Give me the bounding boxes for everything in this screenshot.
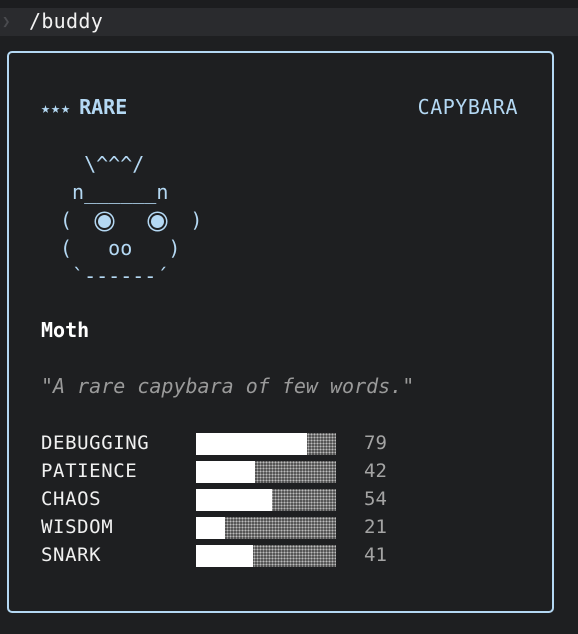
stat-bar: [196, 461, 336, 483]
stat-row: CHAOS 54: [41, 485, 421, 513]
stat-label: WISDOM: [41, 516, 114, 538]
stat-row: DEBUGGING 79: [41, 429, 421, 457]
stat-value: 42: [364, 460, 387, 482]
art-line-4-left: (: [60, 236, 109, 260]
stat-label: PATIENCE: [41, 460, 138, 482]
stat-bar-fill: [196, 489, 272, 511]
top-strip: [0, 0, 578, 8]
art-line-3-right: ): [190, 208, 203, 232]
stat-label: SNARK: [41, 544, 102, 566]
buddy-quote: "A rare capybara of few words.": [41, 374, 415, 398]
art-line-4-right: ): [132, 236, 181, 260]
art-line-3-left: (: [60, 208, 73, 232]
stat-bar: [196, 489, 336, 511]
stat-bar-fill: [196, 517, 226, 539]
stat-value: 54: [364, 488, 387, 510]
capybara-art: \^^^/ n______n ( ) ( oo ) `------´: [60, 150, 202, 290]
art-line-2-left: n: [60, 180, 85, 204]
stat-value: 41: [364, 544, 387, 566]
stat-row: SNARK 41: [41, 541, 421, 569]
stat-label: CHAOS: [41, 488, 102, 510]
rarity: ★★★ RARE: [41, 95, 127, 120]
stat-value: 79: [364, 432, 387, 454]
buddy-name: Moth: [41, 318, 90, 342]
command-bar: ❯ /buddy: [0, 0, 578, 36]
left-eye-icon: [98, 215, 112, 228]
stat-value: 21: [364, 516, 387, 538]
stat-bar: [196, 517, 336, 539]
stat-bar: [196, 433, 336, 455]
rarity-label: RARE: [79, 95, 128, 119]
chevron-right-icon: ❯: [2, 14, 11, 30]
stat-bar: [196, 545, 336, 567]
stat-row: PATIENCE 42: [41, 457, 421, 485]
right-eye-icon: [151, 215, 165, 228]
art-line-5: `------´: [60, 264, 169, 288]
stat-bar-fill: [196, 461, 255, 483]
art-line-1: \^^^/: [60, 152, 145, 176]
stat-label: DEBUGGING: [41, 432, 150, 454]
stat-row: WISDOM 21: [41, 513, 421, 541]
art-line-2-mid: ______: [84, 180, 157, 204]
stat-bar-fill: [196, 545, 254, 567]
stat-bar-fill: [196, 433, 307, 455]
stats-list: DEBUGGING 79 PATIENCE 42 CHAOS 54 WISDOM 21 SNAR…: [41, 429, 421, 569]
command-text: /buddy: [29, 9, 104, 33]
rarity-stars: ★★★: [41, 99, 72, 117]
species-label: CAPYBARA: [417, 95, 518, 119]
art-nose: oo: [108, 236, 133, 260]
art-line-2-right: n: [156, 180, 169, 204]
